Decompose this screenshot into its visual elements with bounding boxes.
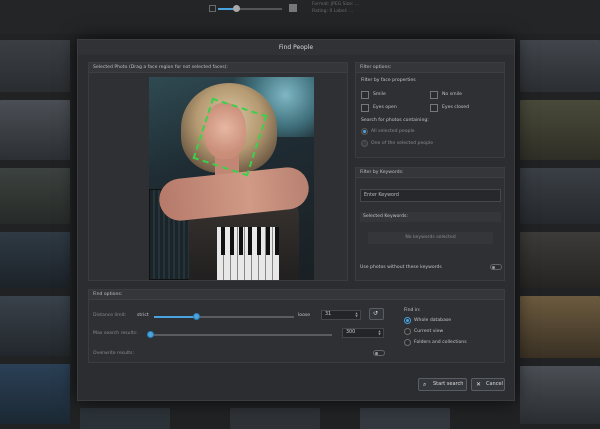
overwrite-results-label: Overwrite results: [93, 351, 134, 356]
eyes-closed-label: Eyes closed [442, 105, 470, 110]
background-info-line: Rating: 0 Label: ... [312, 9, 354, 14]
smile-checkbox[interactable] [361, 91, 369, 99]
spin-arrows-icon[interactable]: ▲ ▼ [377, 330, 382, 336]
thumbnail[interactable] [360, 408, 450, 429]
cancel-label: Cancel [486, 381, 503, 387]
find-options-panel: Find options: Distance limit: strict loo… [88, 289, 505, 363]
distance-limit-label: Distance limit: [93, 313, 127, 318]
filter-options-panel: Filter options: Filter by face propertie… [355, 62, 505, 158]
thumbnail[interactable] [520, 168, 600, 224]
eyes-open-checkbox[interactable] [361, 104, 369, 112]
background-info: Format: JPEG Size: ... Rating: 0 Label: … [312, 1, 359, 15]
start-search-button[interactable]: ⌕ Start search [418, 378, 467, 391]
thumbnail[interactable] [230, 408, 320, 429]
thumbnail[interactable] [80, 408, 170, 429]
thumbnail[interactable] [0, 168, 70, 224]
cancel-button[interactable]: ✕ Cancel [471, 378, 505, 391]
current-view-label: Current view [414, 329, 444, 334]
no-smile-label: No smile [442, 92, 462, 97]
find-options-header: Find options: [89, 290, 504, 300]
thumbnail[interactable] [0, 40, 70, 92]
keywords-panel: Filter by Keywords: Enter Keyword Select… [355, 167, 505, 281]
thumbnail[interactable] [520, 40, 600, 92]
background-info-line: Format: JPEG Size: ... [312, 2, 360, 7]
use-photos-without-toggle[interactable] [490, 264, 502, 270]
find-people-dialog: Find People Selected Photo (Drag a face … [77, 39, 515, 401]
thumbnail[interactable] [0, 364, 70, 424]
all-selected-people-label: All selected people [371, 129, 415, 134]
whole-database-label: Whole database [414, 318, 452, 323]
max-results-spinbox[interactable]: 300 ▲ ▼ [342, 328, 384, 338]
distance-spinbox[interactable]: 31 ▲ ▼ [321, 310, 361, 320]
eyes-closed-checkbox[interactable] [430, 104, 438, 112]
current-view-radio[interactable] [404, 328, 411, 335]
thumbnail[interactable] [520, 366, 600, 424]
selected-photo-panel: Selected Photo (Drag a face region for n… [88, 62, 348, 281]
use-photos-without-label: Use photos without these keywords [360, 265, 442, 270]
distance-slider-fill [154, 316, 198, 318]
max-results-slider[interactable] [150, 334, 332, 336]
thumbnail[interactable] [0, 296, 70, 356]
one-of-selected-people-radio[interactable] [361, 140, 368, 147]
reset-icon: ↺ [373, 310, 379, 317]
distance-slider-knob[interactable] [193, 313, 201, 320]
eyes-open-label: Eyes open [373, 105, 397, 110]
keyword-input[interactable]: Enter Keyword [360, 189, 501, 202]
max-results-label: Max search results: [93, 331, 138, 336]
filter-options-header: Filter options: [356, 63, 504, 73]
photo-piano-black-keys [221, 227, 279, 255]
search-icon: ⌕ [423, 381, 427, 388]
no-smile-checkbox[interactable] [430, 91, 438, 99]
whole-database-radio[interactable] [404, 317, 411, 324]
thumbnail[interactable] [520, 232, 600, 288]
max-results-slider-knob[interactable] [147, 331, 154, 338]
search-containing-label: Search for photos containing: [361, 118, 429, 123]
loose-label: loose [298, 313, 311, 318]
dialog-title: Find People [78, 40, 514, 55]
background-toolbar: Format: JPEG Size: ... Rating: 0 Label: … [0, 0, 600, 34]
all-selected-people-radio[interactable] [361, 128, 368, 135]
thumbnail[interactable] [0, 232, 70, 288]
keywords-header: Filter by Keywords: [356, 168, 504, 178]
overwrite-results-toggle[interactable] [373, 350, 385, 356]
one-of-selected-people-label: One of the selected people [371, 141, 434, 146]
thumbnail-size-slider-knob[interactable] [233, 5, 240, 12]
selected-keywords-label: Selected Keywords: [360, 212, 501, 222]
face-properties-label: Filter by face properties [361, 78, 416, 83]
thumbnail[interactable] [0, 100, 70, 160]
no-keywords-text: No keywords selected [368, 232, 493, 244]
selected-photo[interactable] [149, 77, 314, 280]
reset-distance-button[interactable]: ↺ [369, 308, 384, 320]
folders-collections-radio[interactable] [404, 339, 411, 346]
thumbnail[interactable] [520, 296, 600, 358]
selected-photo-header: Selected Photo (Drag a face region for n… [89, 63, 347, 73]
strict-label: strict [137, 313, 149, 318]
thumbnail-size-slider[interactable] [218, 5, 282, 12]
find-in-label: Find in: [404, 308, 421, 313]
folders-collections-label: Folders and collections [414, 340, 467, 345]
smile-label: Smile [373, 92, 386, 97]
max-results-value: 300 [346, 330, 356, 335]
spin-arrows-icon[interactable]: ▲ ▼ [354, 312, 359, 318]
thumbnail[interactable] [520, 100, 600, 160]
thumbnail-small-icon [209, 5, 216, 12]
close-icon: ✕ [476, 381, 482, 388]
distance-value: 31 [325, 312, 332, 317]
thumbnail-large-icon [289, 4, 297, 12]
start-search-label: Start search [433, 381, 464, 387]
